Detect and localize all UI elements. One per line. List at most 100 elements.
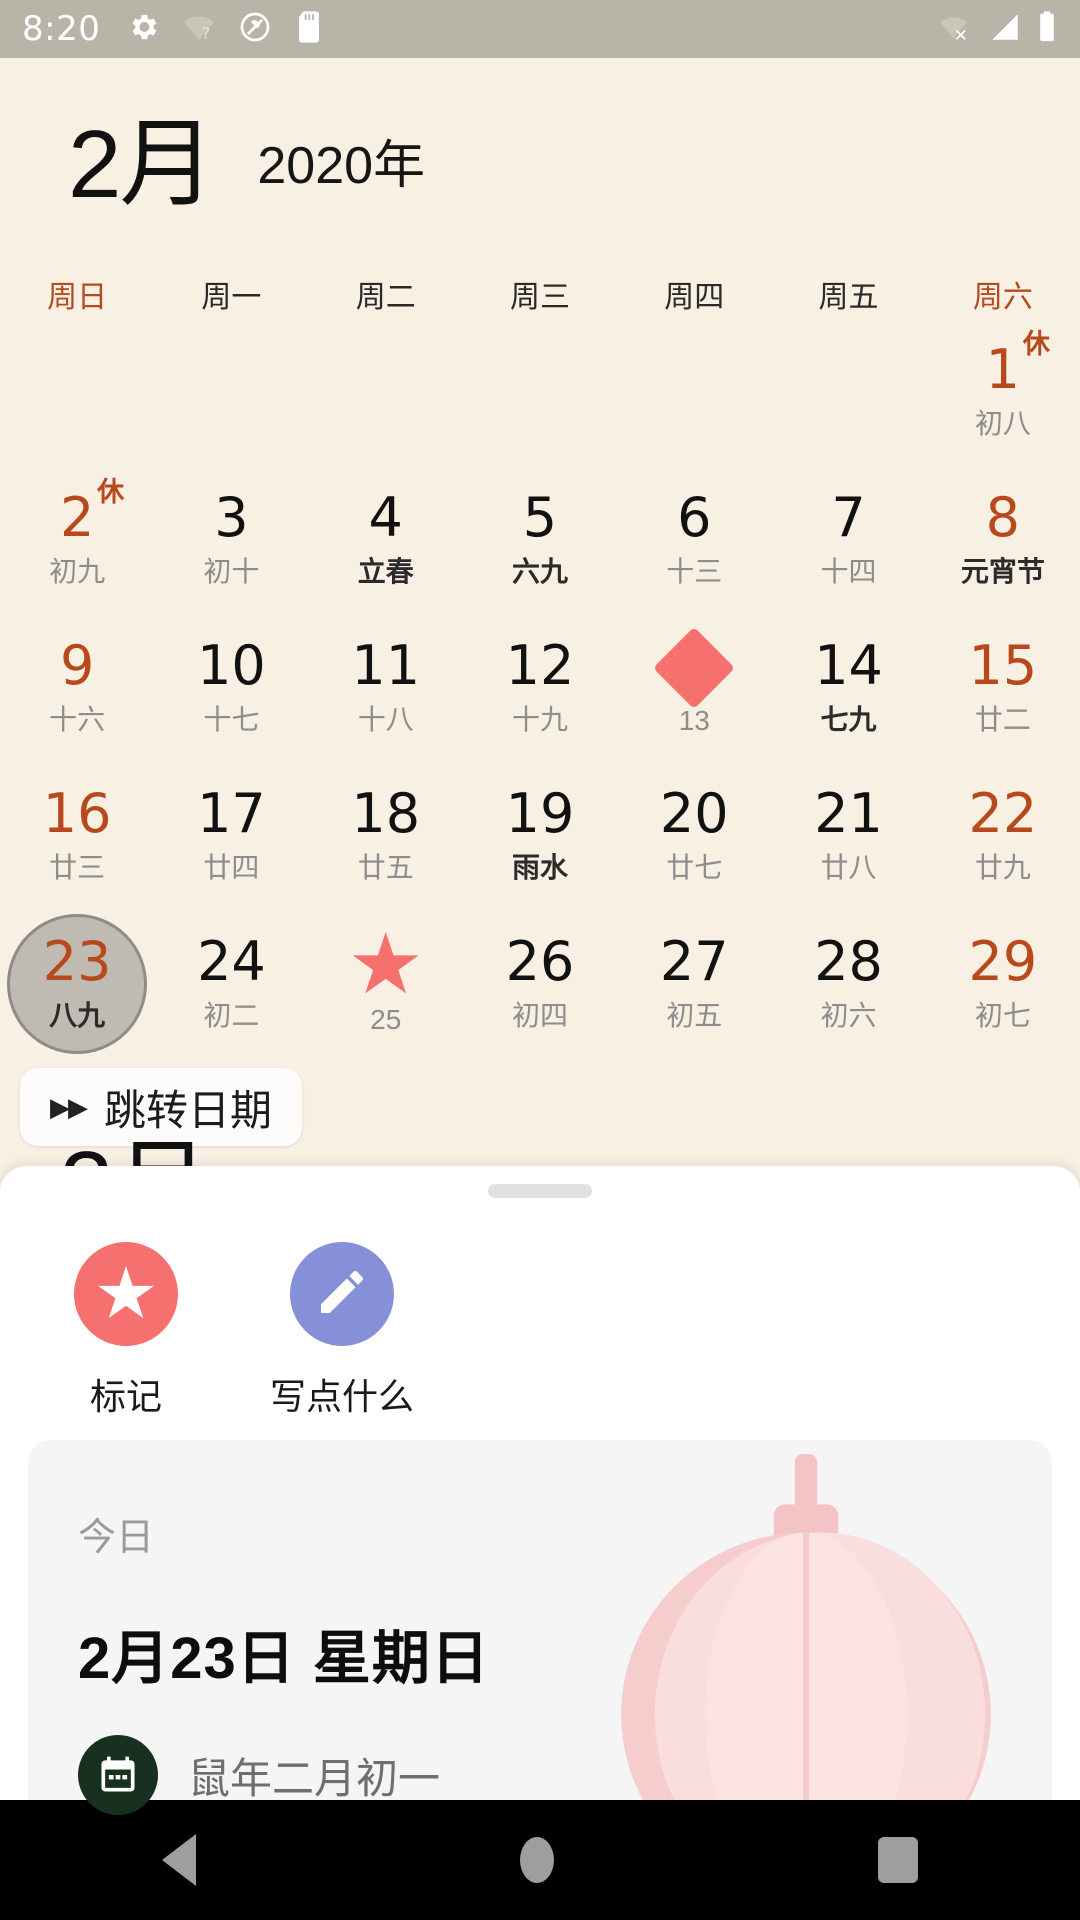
calendar-day-cell[interactable]: 16 廿三 [0, 762, 154, 910]
day-number: 5 [522, 485, 558, 549]
recents-button[interactable] [878, 1837, 918, 1883]
calendar-day-cell[interactable]: 24 初二 [154, 910, 308, 1058]
day-sublabel: 初七 [974, 1000, 1031, 1032]
day-sublabel: 初四 [511, 1000, 568, 1032]
calendar-day-cell[interactable]: 8 元宵节 [926, 466, 1080, 614]
note-action-button[interactable]: 写点什么 [262, 1242, 422, 1420]
calendar-day-cell[interactable]: 27 初五 [617, 910, 771, 1058]
status-bar-clock: 8:20 [22, 9, 101, 49]
calendar-day-cell[interactable]: 13 [617, 614, 771, 762]
day-number: 2 [59, 485, 95, 549]
day-number: 21 [814, 781, 883, 845]
day-number: 16 [42, 781, 112, 845]
today-label: 今日 [78, 1517, 155, 1559]
calendar-day-cell[interactable]: 9 十六 [0, 614, 154, 762]
calendar-day-cell[interactable]: 26 初四 [463, 910, 617, 1058]
day-sublabel: 廿八 [820, 852, 877, 884]
year-title: 2020年 [257, 137, 426, 195]
calendar-week-row: 休 1 初八 [0, 318, 1080, 466]
calendar-day-cell[interactable]: 28 初六 [771, 910, 925, 1058]
weekday-header-row: 周日 周一 周二 周三 周四 周五 周六 [0, 272, 1080, 316]
day-sublabel: 初二 [203, 1000, 260, 1032]
pencil-icon [314, 1264, 370, 1325]
day-sublabel: 初八 [974, 408, 1031, 440]
today-lunar-text: 鼠年二月初一 [188, 1754, 441, 1802]
calendar-day-cell[interactable]: 5 六九 [463, 466, 617, 614]
gear-icon [126, 10, 160, 49]
day-sublabel: 七九 [820, 704, 877, 736]
day-number: 24 [197, 929, 266, 993]
calendar-day-cell[interactable]: 4 立春 [309, 466, 463, 614]
calendar-day-cell[interactable]: 12 十九 [463, 614, 617, 762]
wifi-question-icon: ? [182, 10, 216, 49]
sd-card-icon [294, 10, 324, 49]
calendar-day-cell[interactable]: 17 廿四 [154, 762, 308, 910]
day-sublabel: 初五 [666, 1000, 723, 1032]
day-sublabel: 13 [678, 705, 710, 736]
today-card-content: 今日 2月23日 星期日 鼠年二月初一 [28, 1440, 1052, 1815]
today-date-text: 2月23日 星期日 [78, 1626, 490, 1691]
status-bar-system-icons: ✕ [936, 10, 1058, 49]
today-lunar-row: 鼠年二月初一 [78, 1735, 1052, 1815]
cellular-signal-icon [988, 10, 1022, 49]
status-bar: 8:20 ? ✕ [0, 0, 1080, 58]
calendar-day-cell[interactable]: 29 初七 [926, 910, 1080, 1058]
calendar-day-cell[interactable]: 25 [309, 910, 463, 1058]
calendar-day-cell[interactable]: 3 初十 [154, 466, 308, 614]
svg-text:?: ? [202, 24, 210, 42]
calendar-day-cell[interactable]: 23 八九 [0, 910, 154, 1058]
day-sublabel: 初六 [820, 1000, 877, 1032]
day-sublabel: 十三 [666, 556, 723, 588]
mark-action-circle [74, 1242, 178, 1346]
note-action-circle [290, 1242, 394, 1346]
month-header[interactable]: 2月 2020年 [0, 58, 1080, 218]
month-title: 2月 [68, 110, 215, 218]
weekday-label-2: 周二 [355, 281, 416, 314]
today-card[interactable]: 今日 2月23日 星期日 鼠年二月初一 [28, 1440, 1052, 1840]
calendar-week-row: 9 十六 10 十七 11 十八 12 十九 13 14 七九 15 廿二 [0, 614, 1080, 762]
weekday-label-3: 周三 [509, 281, 570, 314]
day-sublabel: 十八 [357, 704, 414, 736]
calendar-day-cell[interactable]: 19 雨水 [463, 762, 617, 910]
calendar-day-cell[interactable]: 20 廿七 [617, 762, 771, 910]
calendar-day-cell[interactable]: 21 廿八 [771, 762, 925, 910]
sheet-drag-handle[interactable] [488, 1184, 592, 1198]
calendar-day-cell[interactable]: 6 十三 [617, 466, 771, 614]
day-number: 26 [505, 929, 575, 993]
home-button[interactable] [520, 1837, 554, 1883]
day-number: 8 [985, 485, 1020, 549]
star-marker-icon [352, 932, 419, 994]
do-not-disturb-icon [238, 10, 272, 49]
calendar-day-cell[interactable]: 22 廿九 [926, 762, 1080, 910]
status-bar-notification-icons: ? [126, 10, 324, 49]
back-button[interactable] [162, 1834, 196, 1886]
day-sublabel: 廿七 [666, 852, 723, 884]
weekday-label-6: 周六 [972, 281, 1033, 314]
day-number: 9 [59, 633, 95, 697]
calendar-day-cell[interactable]: 15 廿二 [926, 614, 1080, 762]
day-number: 23 [42, 929, 112, 993]
day-sublabel: 十四 [820, 556, 877, 588]
calendar-day-cell[interactable]: 18 廿五 [309, 762, 463, 910]
calendar-day-cell[interactable]: 11 十八 [309, 614, 463, 762]
day-sublabel: 廿五 [357, 852, 414, 884]
day-sublabel: 初十 [203, 556, 260, 588]
mark-action-button[interactable]: 标记 [46, 1242, 206, 1420]
day-sublabel: 八九 [49, 1000, 106, 1032]
calendar-day-cell[interactable]: 7 十四 [771, 466, 925, 614]
diamond-marker-icon [653, 626, 736, 710]
day-number: 12 [505, 633, 575, 697]
weekday-label-0: 周日 [47, 281, 108, 314]
calendar-day-cell[interactable]: 休 1 初八 [926, 318, 1080, 466]
sheet-action-row: 标记 写点什么 [0, 1198, 1080, 1420]
weekday-label-4: 周四 [664, 281, 725, 314]
calendar-day-cell[interactable]: 休 2 初九 [0, 466, 154, 614]
day-number: 17 [197, 781, 266, 845]
rest-day-badge: 休 [1022, 329, 1050, 359]
day-sublabel: 立春 [357, 556, 414, 588]
calendar-day-cell[interactable]: 14 七九 [771, 614, 925, 762]
day-number: 10 [197, 633, 266, 697]
day-number: 28 [814, 929, 883, 993]
day-number: 3 [214, 485, 249, 549]
calendar-day-cell[interactable]: 10 十七 [154, 614, 308, 762]
